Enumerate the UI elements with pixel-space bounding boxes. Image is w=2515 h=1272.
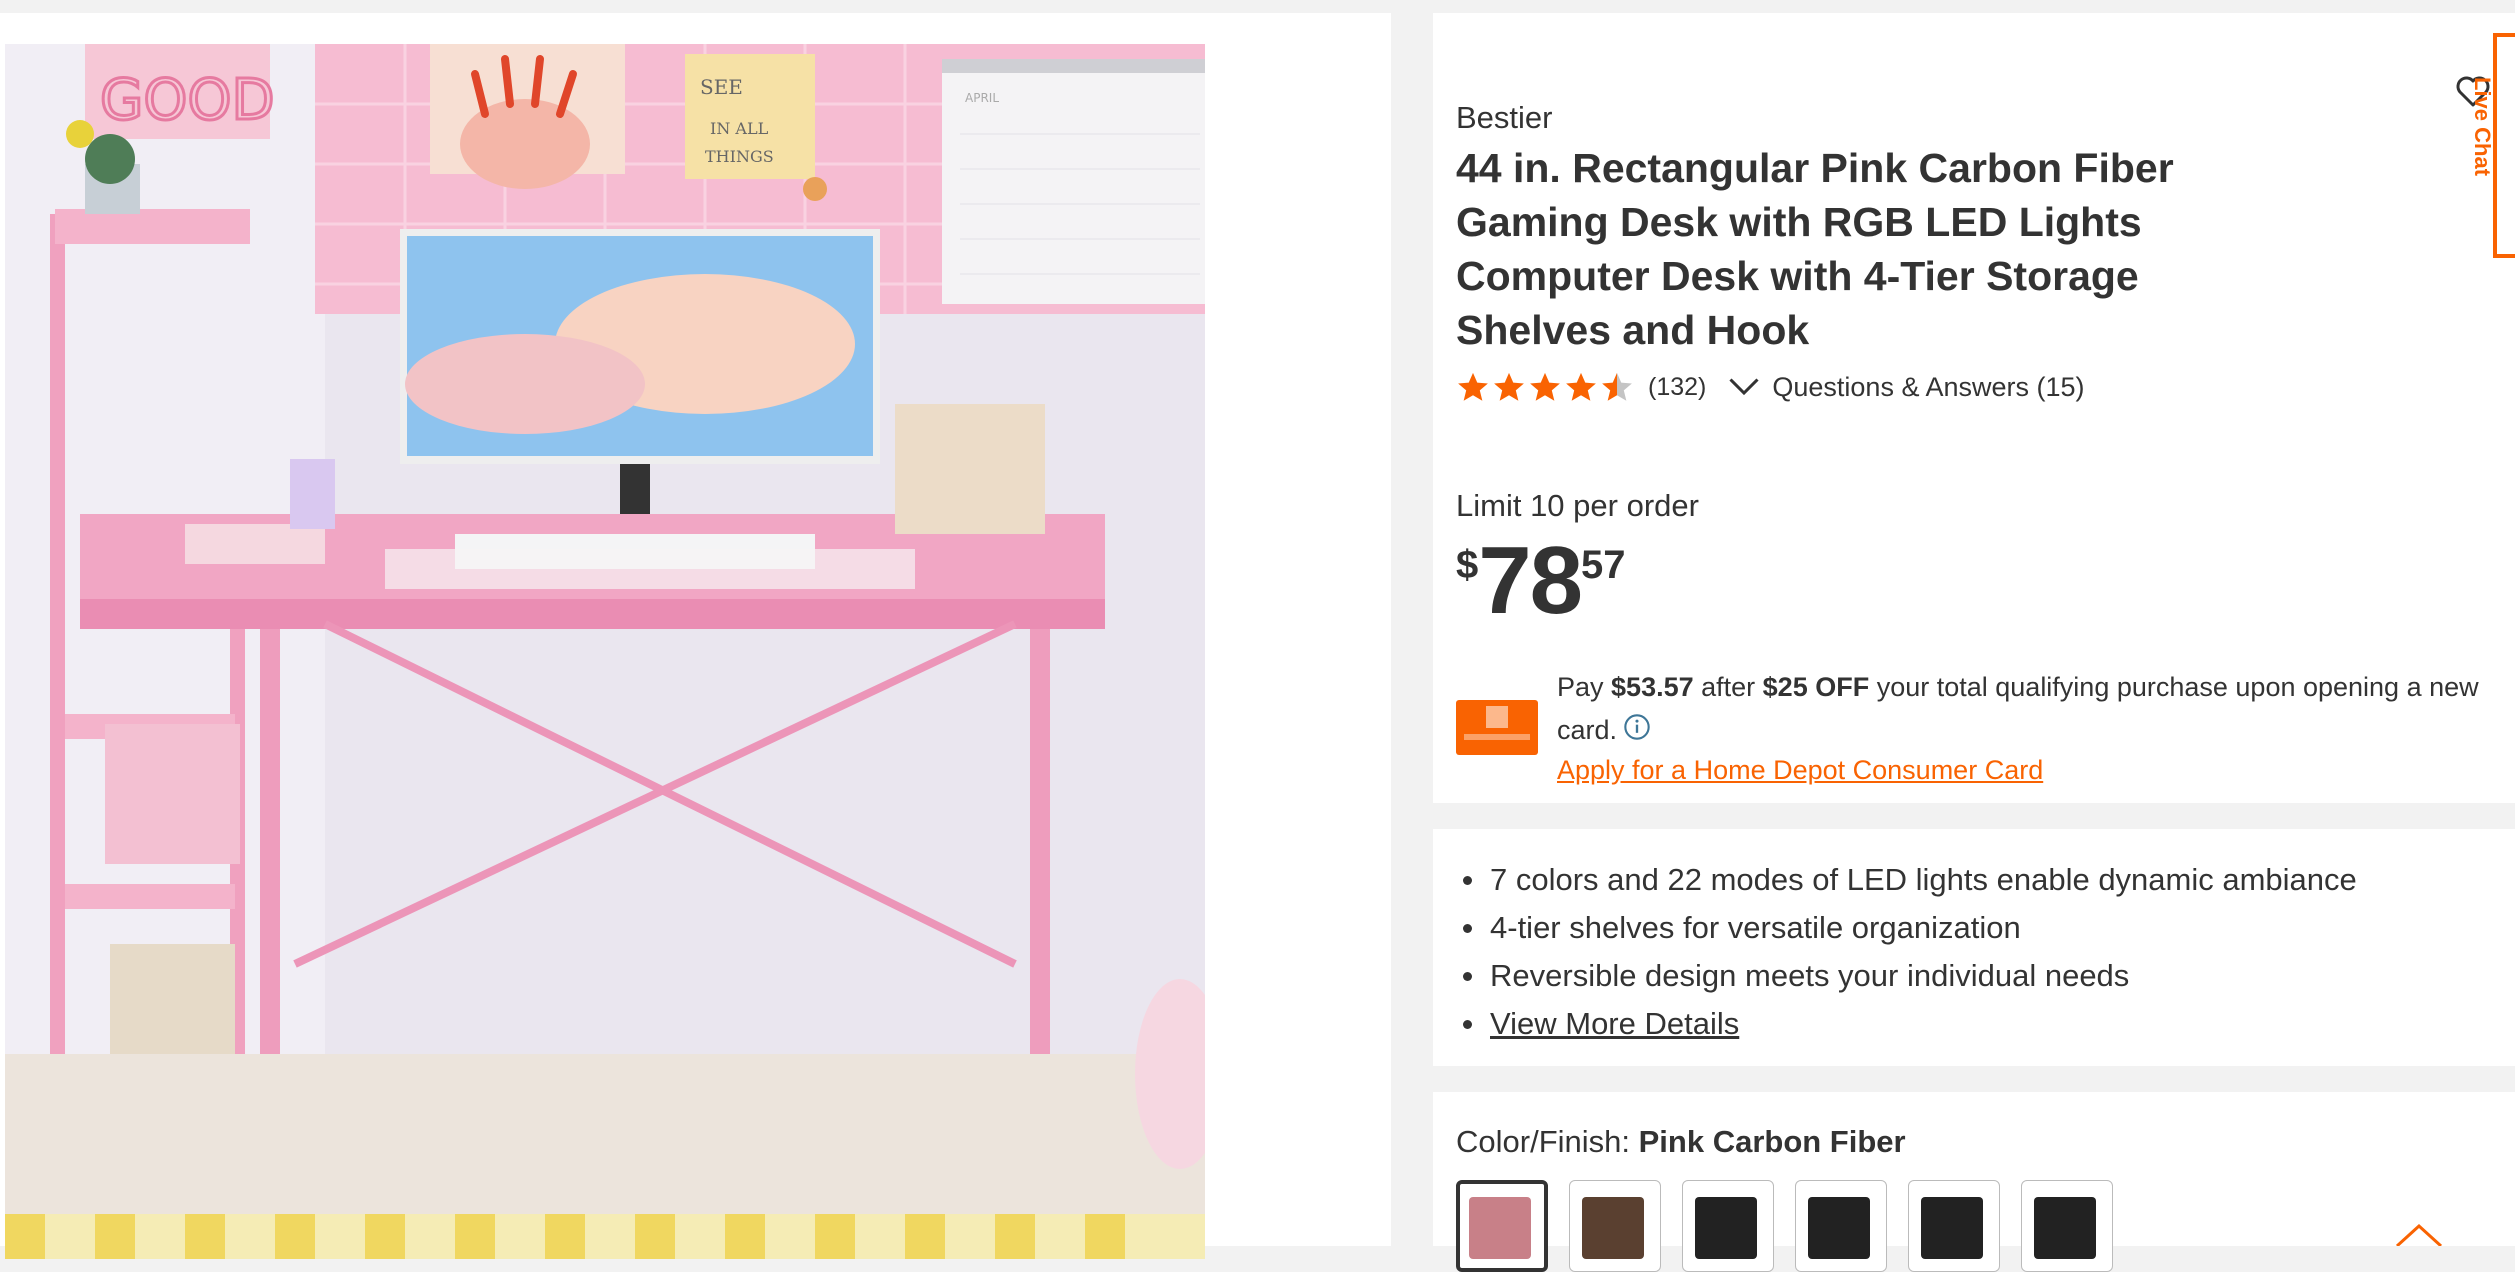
swatch-color <box>2034 1197 2096 1259</box>
price-cents: 57 <box>1581 543 1626 587</box>
color-swatch-list <box>1456 1180 2113 1272</box>
color-swatch[interactable] <box>1569 1180 1661 1272</box>
highlight-item: Reversible design meets your individual … <box>1456 952 2357 1000</box>
color-swatch[interactable] <box>2021 1180 2113 1272</box>
card-promo-text: Pay $53.57 after $25 OFF your total qual… <box>1557 666 2515 752</box>
star-full-icon <box>1566 372 1596 401</box>
product-hero-image[interactable]: GOOD SEE IN ALL THINGS APRIL <box>5 44 1205 1259</box>
color-swatch-selected[interactable] <box>1456 1180 1548 1272</box>
star-rating[interactable] <box>1456 370 1634 404</box>
live-chat-label: Live Chat <box>2470 77 2495 177</box>
chevron-down-icon[interactable] <box>1726 369 1762 405</box>
price-currency: $ <box>1456 543 1479 587</box>
swatch-color <box>1695 1197 1757 1259</box>
note-text-2: IN ALL <box>710 119 769 138</box>
questions-answers-link[interactable]: Questions & Answers (15) <box>1772 372 2084 403</box>
swatch-color <box>1469 1197 1531 1259</box>
color-swatch[interactable] <box>1908 1180 2000 1272</box>
view-more-details-item: View More Details <box>1456 1000 2357 1048</box>
swatch-color <box>1921 1197 1983 1259</box>
note-text-1: SEE <box>700 75 743 99</box>
credit-card-icon <box>1456 700 1538 755</box>
info-icon[interactable] <box>1623 713 1651 741</box>
calendar-month: APRIL <box>965 91 999 105</box>
highlights-list: 7 colors and 22 modes of LED lights enab… <box>1456 856 2357 1048</box>
swatch-color <box>1808 1197 1870 1259</box>
highlight-text: 7 colors and 22 modes of LED lights enab… <box>1490 862 2357 897</box>
apply-card-link[interactable]: Apply for a Home Depot Consumer Card <box>1557 755 2043 786</box>
promo-discount: $25 OFF <box>1762 672 1870 702</box>
promo-pay: Pay <box>1557 672 1612 702</box>
neon-sign-text: GOOD <box>100 68 275 133</box>
review-count[interactable]: (132) <box>1648 373 1706 402</box>
star-full-icon <box>1458 372 1488 401</box>
color-finish-selected: Pink Carbon Fiber <box>1638 1124 1906 1159</box>
price-dollars: 78 <box>1478 527 1583 634</box>
star-half-icon <box>1602 372 1632 401</box>
home-depot-logo-icon <box>2395 1223 2443 1246</box>
highlight-text: Reversible design meets your individual … <box>1490 958 2130 993</box>
gaming-desk-photo: GOOD SEE IN ALL THINGS APRIL <box>5 44 1205 1259</box>
star-full-icon <box>1530 372 1560 401</box>
highlight-item: 4-tier shelves for versatile organizatio… <box>1456 904 2357 952</box>
color-finish-panel: Color/Finish: Pink Carbon Fiber <box>1433 1092 2515 1272</box>
color-swatch[interactable] <box>1795 1180 1887 1272</box>
brand-name[interactable]: Bestier <box>1456 100 1552 136</box>
product-title: 44 in. Rectangular Pink Carbon Fiber Gam… <box>1456 145 2174 353</box>
highlight-item: 7 colors and 22 modes of LED lights enab… <box>1456 856 2357 904</box>
note-text-3: THINGS <box>705 147 774 166</box>
price: $ 78 57 <box>1456 531 1626 631</box>
color-swatch[interactable] <box>1682 1180 1774 1272</box>
swatch-color <box>1582 1197 1644 1259</box>
rating-row: (132) Questions & Answers (15) <box>1456 369 2085 405</box>
product-highlights-panel: 7 colors and 22 modes of LED lights enab… <box>1433 829 2515 1066</box>
color-finish-prefix: Color/Finish: <box>1456 1124 1639 1159</box>
promo-amount: $53.57 <box>1611 672 1694 702</box>
order-limit: Limit 10 per order <box>1456 488 1699 523</box>
highlight-text: 4-tier shelves for versatile organizatio… <box>1490 910 2021 945</box>
star-full-icon <box>1494 372 1524 401</box>
color-finish-label: Color/Finish: Pink Carbon Fiber <box>1456 1124 1906 1160</box>
view-more-details-link[interactable]: View More Details <box>1490 1006 1739 1041</box>
promo-after: after <box>1693 672 1763 702</box>
product-info-panel: Bestier 44 in. Rectangular Pink Carbon F… <box>1433 13 2515 803</box>
live-chat-tab[interactable]: Live Chat <box>2470 33 2515 258</box>
product-image-panel: GOOD SEE IN ALL THINGS APRIL <box>0 13 1391 1259</box>
